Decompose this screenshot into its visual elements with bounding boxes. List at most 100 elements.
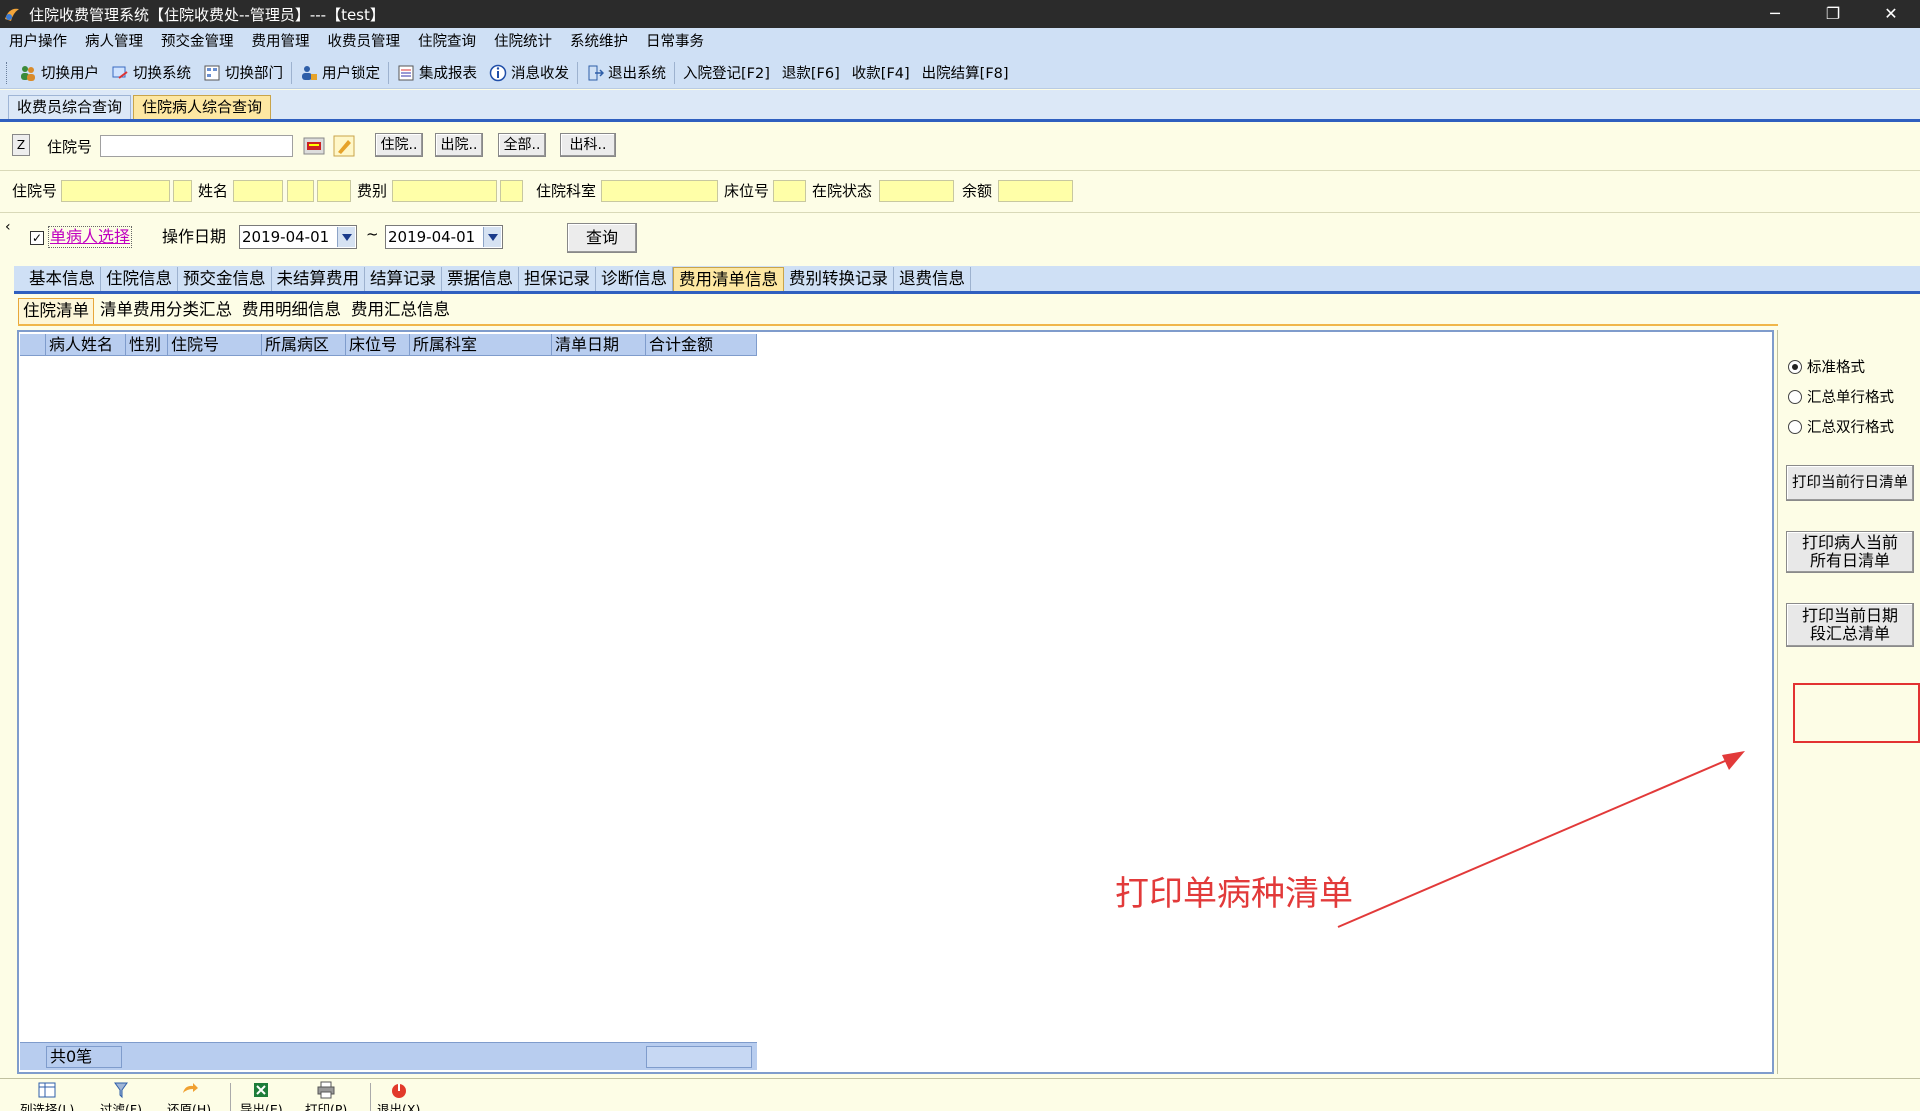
radio-dot [1788,389,1802,404]
pencil-icon[interactable] [332,134,356,158]
bottom-separator [370,1083,371,1111]
menu-system[interactable]: 系统维护 [561,28,637,57]
columns-icon [38,1082,56,1098]
patient-info-row: 住院号 姓名 费别 住院科室 床位号 在院状态 余额 [0,171,1920,213]
tab-refund-info[interactable]: 退费信息 [894,267,971,291]
chevron-down-icon[interactable] [337,227,355,247]
switch-user-button[interactable]: 切换用户 [13,60,105,86]
tab-settlement-records[interactable]: 结算记录 [365,267,442,291]
exit-system-button[interactable]: 退出系统 [580,60,672,86]
report-icon [398,65,414,80]
discharged-button[interactable]: 出院.. [435,133,483,157]
menu-fee[interactable]: 费用管理 [243,28,319,57]
data-grid[interactable]: 病人姓名 性别 住院号 所属病区 床位号 所属科室 清单日期 合计金额 共0笔 [17,330,1774,1074]
radio-standard-format[interactable]: 标准格式 [1788,356,1865,377]
total-amount-cell [646,1046,752,1068]
z-button[interactable]: Z [12,134,30,156]
column-header[interactable]: 性别 [126,334,168,355]
restore-button[interactable]: ❐ [1804,0,1862,28]
column-header[interactable]: 病人姓名 [46,334,126,355]
fee-type-label: 费别 [357,182,388,200]
tab-unsettled-fees[interactable]: 未结算费用 [272,267,365,291]
menu-daily[interactable]: 日常事务 [637,28,713,57]
print-all-days-button[interactable]: 打印病人当前 所有日清单 [1786,531,1914,573]
close-button[interactable]: ✕ [1862,0,1920,28]
switch-system-button[interactable]: 切换系统 [105,60,197,86]
date-from-picker[interactable]: 2019-04-01 [239,225,357,249]
tab-guarantee-records[interactable]: 担保记录 [519,267,596,291]
toolbar-separator [388,61,389,84]
tab-inpatient-info[interactable]: 住院信息 [101,267,178,291]
query-button[interactable]: 查询 [567,223,637,253]
tab-fee-summary[interactable]: 费用汇总信息 [347,298,454,324]
toolbar-grip[interactable] [6,61,9,84]
discharge-button[interactable]: 出院结算[F8] [916,60,1015,86]
tab-fee-category-summary[interactable]: 清单费用分类汇总 [96,298,236,324]
column-header[interactable]: 床位号 [346,334,410,355]
tab-inpatient-query[interactable]: 住院病人综合查询 [133,95,272,119]
menu-user-ops[interactable]: 用户操作 [0,28,76,57]
radio-dot [1788,359,1802,374]
admit-button[interactable]: 入院登记[F2] [677,60,776,86]
inpatient-no-input[interactable] [100,135,293,157]
tab-deposit-info[interactable]: 预交金信息 [178,267,272,291]
power-icon [391,1084,406,1098]
toolbar-separator [291,61,292,84]
tab-inpatient-list[interactable]: 住院清单 [18,298,94,324]
radio-double-line-format[interactable]: 汇总双行格式 [1788,416,1894,437]
chevron-down-icon[interactable] [483,227,501,247]
tab-cashier-query[interactable]: 收费员综合查询 [8,95,132,119]
menu-bar: 用户操作 病人管理 预交金管理 费用管理 收费员管理 住院查询 住院统计 系统维… [0,28,1920,57]
tab-diagnosis-info[interactable]: 诊断信息 [596,267,673,291]
switch-dept-button[interactable]: 切换部门 [197,60,289,86]
column-header[interactable]: 所属病区 [262,334,346,355]
bed-field [773,180,806,202]
tab-fee-type-conversion[interactable]: 费别转换记录 [784,267,894,291]
print-current-day-button[interactable]: 打印当前行日清单 [1786,465,1914,501]
window-title: 住院收费管理系统【住院收费处--管理员】---【test】 [29,5,385,24]
report-button[interactable]: 集成报表 [391,60,483,86]
tab-fee-detail[interactable]: 费用明细信息 [238,298,345,324]
print-date-range-button[interactable]: 打印当前日期 段汇总清单 [1786,603,1914,647]
single-patient-checkbox[interactable]: ✓ [30,231,44,245]
refund-button[interactable]: 退款[F6] [776,60,846,86]
exit-button[interactable]: 退出(X) [377,1081,420,1111]
column-header[interactable]: 清单日期 [552,334,646,355]
restore-button[interactable]: 还原(H) [167,1081,211,1111]
print-button[interactable]: 打印(P) [305,1081,347,1111]
date-to-picker[interactable]: 2019-04-01 [385,225,503,249]
menu-deposit[interactable]: 预交金管理 [152,28,243,57]
column-header[interactable]: 住院号 [168,334,262,355]
message-button[interactable]: 消息收发 [483,60,575,86]
menu-stats[interactable]: 住院统计 [485,28,561,57]
column-header[interactable]: 合计金额 [646,334,757,355]
lock-user-button[interactable]: 用户锁定 [294,60,386,86]
filter-button[interactable]: 过滤(F) [100,1081,142,1111]
single-patient-label[interactable]: 单病人选择 [48,226,133,248]
collapse-arrow-icon[interactable]: ‹ [5,219,11,235]
bed-label: 床位号 [724,182,770,200]
inpatient-no-field [61,180,170,202]
radio-dot [1788,419,1802,434]
tab-invoice-info[interactable]: 票据信息 [442,267,519,291]
column-select-button[interactable]: 列选择(L) [20,1081,74,1111]
menu-cashier[interactable]: 收费员管理 [319,28,410,57]
fee-type-code-field [500,180,523,202]
tab-fee-list-info[interactable]: 费用清单信息 [673,267,784,291]
minimize-button[interactable]: ─ [1746,0,1804,28]
in-hospital-button[interactable]: 住院.. [375,133,423,157]
column-header[interactable]: 所属科室 [410,334,552,355]
out-dept-button[interactable]: 出科.. [560,133,616,157]
all-button[interactable]: 全部.. [498,133,546,157]
menu-query[interactable]: 住院查询 [409,28,485,57]
card-reader-icon[interactable] [302,134,326,158]
bottom-separator [230,1083,231,1111]
annotation-text: 打印单病种清单 [1115,874,1353,914]
export-button[interactable]: 导出(E) [240,1081,283,1111]
tab-basic-info[interactable]: 基本信息 [24,267,101,291]
name-label: 姓名 [198,182,229,200]
highlight-box [1793,683,1920,743]
radio-single-line-format[interactable]: 汇总单行格式 [1788,386,1894,407]
menu-patient[interactable]: 病人管理 [76,28,152,57]
charge-button[interactable]: 收款[F4] [846,60,916,86]
